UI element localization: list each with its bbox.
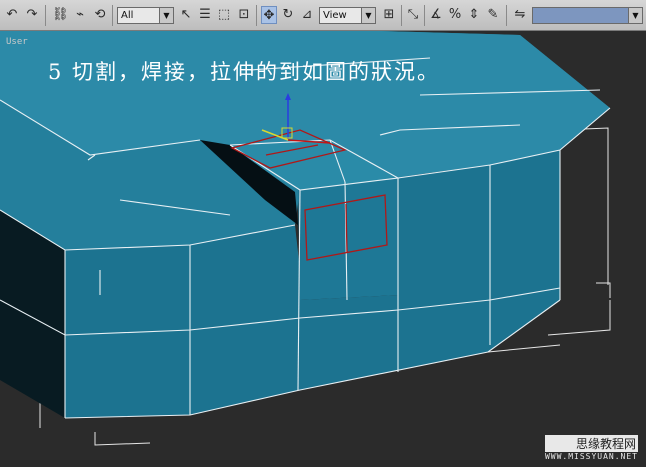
edit-named-selection-icon[interactable]: ✎: [485, 6, 501, 24]
main-toolbar: ↶ ↷ ⛓ ⌁ ⟲ All ▼ ↖ ☰ ⬚ ⊡ ✥ ↻ ⊿ View ▼ ⊞ ⤡…: [0, 0, 646, 31]
percent-snap-icon[interactable]: %: [447, 6, 463, 24]
move-icon[interactable]: ✥: [261, 6, 277, 24]
mirror-icon[interactable]: ⇋: [512, 6, 528, 24]
chevron-down-icon: ▼: [361, 8, 375, 23]
toolbar-divider: [45, 5, 46, 26]
perspective-viewport[interactable]: [0, 31, 646, 467]
rotate-icon[interactable]: ↻: [280, 6, 296, 24]
tutorial-caption: 5 切割，焊接，拉伸的到如圖的狀況。: [48, 60, 441, 84]
toolbar-divider: [256, 5, 257, 26]
reference-coord-dropdown[interactable]: View ▼: [319, 7, 376, 24]
select-by-name-icon[interactable]: ☰: [197, 6, 213, 24]
snap-icon[interactable]: ⤡: [405, 6, 421, 24]
chevron-down-icon: ▼: [159, 8, 173, 23]
reference-coord-value: View: [323, 10, 347, 21]
toolbar-divider: [506, 5, 507, 26]
toolbar-divider: [112, 5, 113, 26]
model-render: [0, 31, 611, 446]
named-selection-dropdown[interactable]: ▼: [532, 7, 643, 24]
pivot-center-icon[interactable]: ⊞: [381, 6, 397, 24]
viewport-label[interactable]: User: [6, 37, 28, 47]
selection-filter-value: All: [121, 10, 134, 21]
bind-spacewarp-icon[interactable]: ⟲: [92, 6, 108, 24]
watermark-title: 思缘教程网: [544, 435, 638, 452]
selection-filter-dropdown[interactable]: All ▼: [117, 7, 174, 24]
spinner-snap-icon[interactable]: ⇕: [466, 6, 482, 24]
watermark-url: WWW.MISSYUAN.NET: [544, 452, 638, 461]
watermark: 思缘教程网 WWW.MISSYUAN.NET: [544, 435, 638, 461]
unlink-icon[interactable]: ⌁: [72, 6, 88, 24]
toolbar-divider: [401, 5, 402, 26]
extrude-front-face: [298, 178, 398, 300]
scale-icon[interactable]: ⊿: [299, 6, 315, 24]
undo-icon[interactable]: ↶: [4, 6, 20, 24]
window-crossing-icon[interactable]: ⊡: [236, 6, 252, 24]
select-icon[interactable]: ↖: [178, 6, 194, 24]
region-select-icon[interactable]: ⬚: [216, 6, 232, 24]
angle-snap-icon[interactable]: ∡: [428, 6, 444, 24]
link-icon[interactable]: ⛓: [52, 6, 69, 24]
chevron-down-icon: ▼: [628, 8, 642, 23]
toolbar-divider: [424, 5, 425, 26]
redo-icon[interactable]: ↷: [24, 6, 40, 24]
